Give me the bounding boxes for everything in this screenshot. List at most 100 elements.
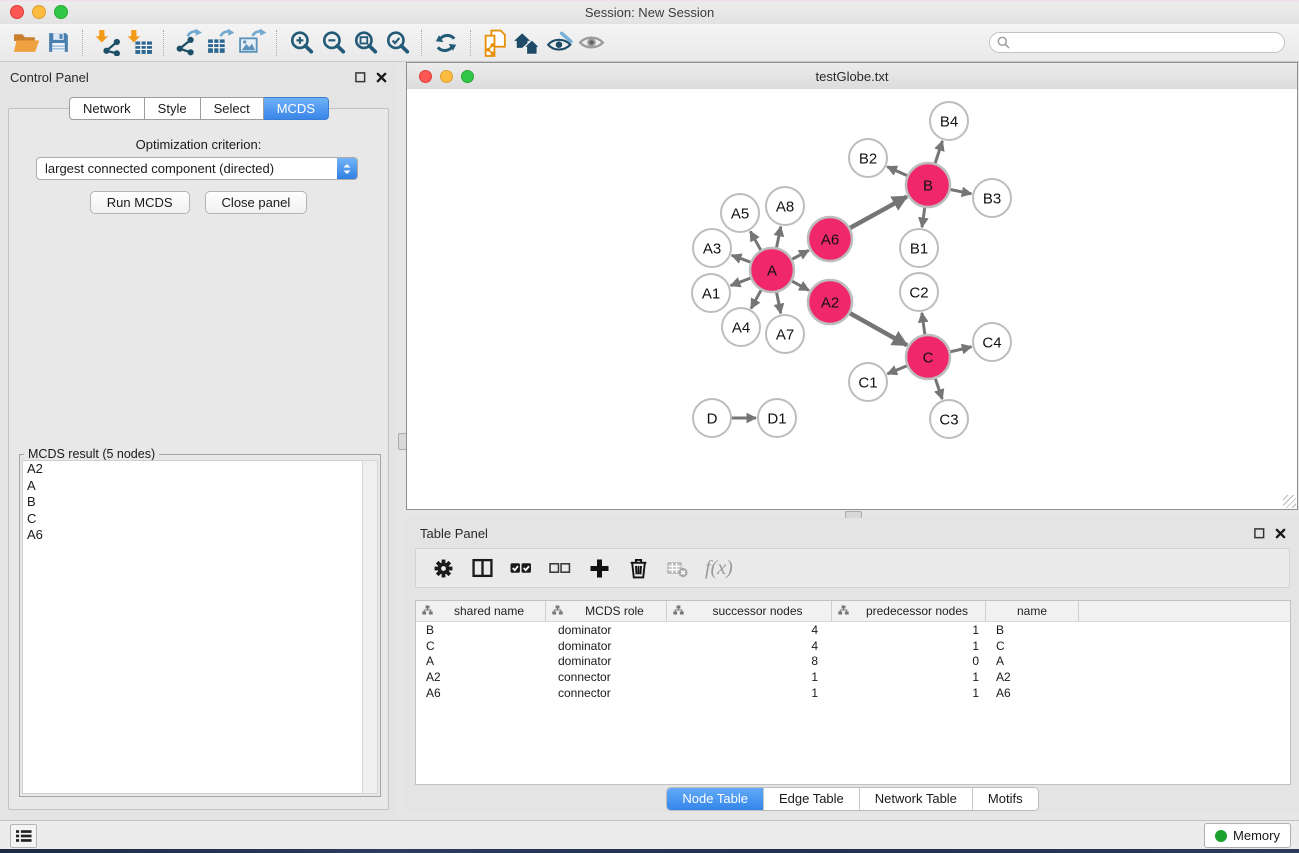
tab-node-table[interactable]: Node Table [667, 788, 763, 810]
zoom-out-button[interactable] [317, 28, 349, 58]
node-A4[interactable]: A4 [722, 308, 760, 346]
mcds-result-item[interactable]: A [23, 478, 364, 495]
tab-network[interactable]: Network [69, 97, 145, 120]
edge-A-A7[interactable] [776, 292, 780, 314]
node-A7[interactable]: A7 [766, 315, 804, 353]
show-columns-button[interactable] [469, 555, 495, 581]
node-A3[interactable]: A3 [693, 229, 731, 267]
export-network-button[interactable] [172, 28, 204, 58]
edge-B-B3[interactable] [950, 189, 972, 193]
apply-layout-button[interactable] [430, 28, 462, 58]
node-A5[interactable]: A5 [721, 194, 759, 232]
import-network-button[interactable] [91, 28, 123, 58]
edge-A-A1[interactable] [731, 278, 752, 286]
task-history-button[interactable] [10, 824, 37, 848]
table-row[interactable]: A6connector11A6 [416, 685, 1290, 701]
edge-C-C4[interactable] [949, 347, 971, 352]
edge-A-A8[interactable] [776, 227, 780, 249]
home-icon[interactable] [511, 28, 543, 58]
copy-network-button[interactable] [479, 28, 511, 58]
search-input[interactable] [1015, 35, 1284, 51]
node-A2[interactable]: A2 [808, 280, 852, 324]
add-row-button[interactable] [586, 555, 612, 581]
window-resize-grip[interactable] [1283, 495, 1296, 508]
node-C2[interactable]: C2 [900, 273, 938, 311]
mcds-result-item[interactable]: A2 [23, 461, 364, 478]
column-header-shared-name[interactable]: shared name [416, 601, 546, 621]
node-B[interactable]: B [906, 163, 950, 207]
node-A[interactable]: A [750, 248, 794, 292]
edge-B-B2[interactable] [887, 167, 908, 176]
export-table-button[interactable] [204, 28, 236, 58]
node-C3[interactable]: C3 [930, 400, 968, 438]
edge-C-C1[interactable] [887, 365, 907, 373]
open-session-button[interactable] [10, 28, 42, 58]
zoom-fit-button[interactable] [349, 28, 381, 58]
edge-C-C2[interactable] [922, 313, 925, 335]
result-scrollbar[interactable] [362, 460, 378, 794]
save-session-button[interactable] [42, 28, 74, 58]
memory-label: Memory [1233, 828, 1280, 843]
table-row[interactable]: A2connector11A2 [416, 669, 1290, 685]
network-graph[interactable]: B4 B2 B B3 A8A5 A6 A3 B1 A A1 C2 A2 A4A7 C4 C C1 C3 D D1 [407, 89, 1297, 509]
tab-motifs[interactable]: Motifs [972, 788, 1038, 810]
node-C1[interactable]: C1 [849, 363, 887, 401]
node-A1[interactable]: A1 [692, 274, 730, 312]
network-window-titlebar[interactable]: testGlobe.txt [407, 63, 1297, 90]
node-B3[interactable]: B3 [973, 179, 1011, 217]
edge-B-B4[interactable] [935, 141, 943, 164]
table-row[interactable]: Adominator80A [416, 654, 1290, 670]
tab-style[interactable]: Style [145, 97, 201, 120]
close-panel-button[interactable]: Close panel [205, 191, 308, 214]
deselect-all-icon[interactable] [547, 555, 573, 581]
node-B2[interactable]: B2 [849, 139, 887, 177]
table-row[interactable]: Cdominator41C [416, 638, 1290, 654]
column-header-predecessor-nodes[interactable]: predecessor nodes [832, 601, 986, 621]
tab-edge-table[interactable]: Edge Table [763, 788, 859, 810]
edge-A6-B[interactable] [849, 197, 907, 229]
hide-graphics-details-button[interactable] [575, 28, 607, 58]
memory-button[interactable]: Memory [1204, 823, 1291, 848]
export-image-button[interactable] [236, 28, 268, 58]
edge-A-A3[interactable] [732, 255, 752, 262]
table-row[interactable]: Bdominator41B [416, 622, 1290, 638]
float-panel-icon[interactable] [353, 70, 367, 84]
mcds-result-item[interactable]: C [23, 511, 364, 528]
select-all-icon[interactable] [508, 555, 534, 581]
import-table-button[interactable] [123, 28, 155, 58]
delete-selected-button[interactable] [625, 555, 651, 581]
edge-C-C3[interactable] [935, 378, 942, 399]
node-C4[interactable]: C4 [973, 323, 1011, 361]
node-A6[interactable]: A6 [808, 217, 852, 261]
column-header-successor-nodes[interactable]: successor nodes [667, 601, 832, 621]
column-header-name[interactable]: name [986, 601, 1079, 621]
edge-B-B1[interactable] [922, 207, 925, 227]
zoom-selected-button[interactable] [381, 28, 413, 58]
edge-A-A2[interactable] [791, 281, 809, 291]
optimization-criterion-select[interactable]: largest connected component (directed) [36, 157, 358, 180]
node-C[interactable]: C [906, 335, 950, 379]
run-mcds-button[interactable]: Run MCDS [90, 191, 190, 214]
close-panel-icon[interactable] [374, 70, 388, 84]
edge-A-A5[interactable] [750, 231, 761, 251]
float-table-panel-icon[interactable] [1252, 526, 1266, 540]
tab-network-table[interactable]: Network Table [859, 788, 972, 810]
edge-A-A6[interactable] [791, 250, 808, 259]
mcds-result-item[interactable]: A6 [23, 527, 364, 544]
mcds-result-item[interactable]: B [23, 494, 364, 511]
tab-mcds[interactable]: MCDS [264, 97, 329, 120]
table-settings-button[interactable] [430, 555, 456, 581]
node-A8[interactable]: A8 [766, 187, 804, 225]
node-B4[interactable]: B4 [930, 102, 968, 140]
show-graphics-details-button[interactable] [543, 28, 575, 58]
node-D1[interactable]: D1 [758, 399, 796, 437]
zoom-in-button[interactable] [285, 28, 317, 58]
network-canvas[interactable]: B4 B2 B B3 A8A5 A6 A3 B1 A A1 C2 A2 A4A7 C4 C C1 C3 D D1 [407, 89, 1297, 509]
node-B1[interactable]: B1 [900, 229, 938, 267]
node-D[interactable]: D [693, 399, 731, 437]
column-header-MCDS-role[interactable]: MCDS role [546, 601, 667, 621]
close-table-panel-icon[interactable] [1273, 526, 1287, 540]
tab-select[interactable]: Select [201, 97, 264, 120]
edge-A-A4[interactable] [751, 289, 761, 308]
edge-A2-C[interactable] [849, 313, 907, 345]
